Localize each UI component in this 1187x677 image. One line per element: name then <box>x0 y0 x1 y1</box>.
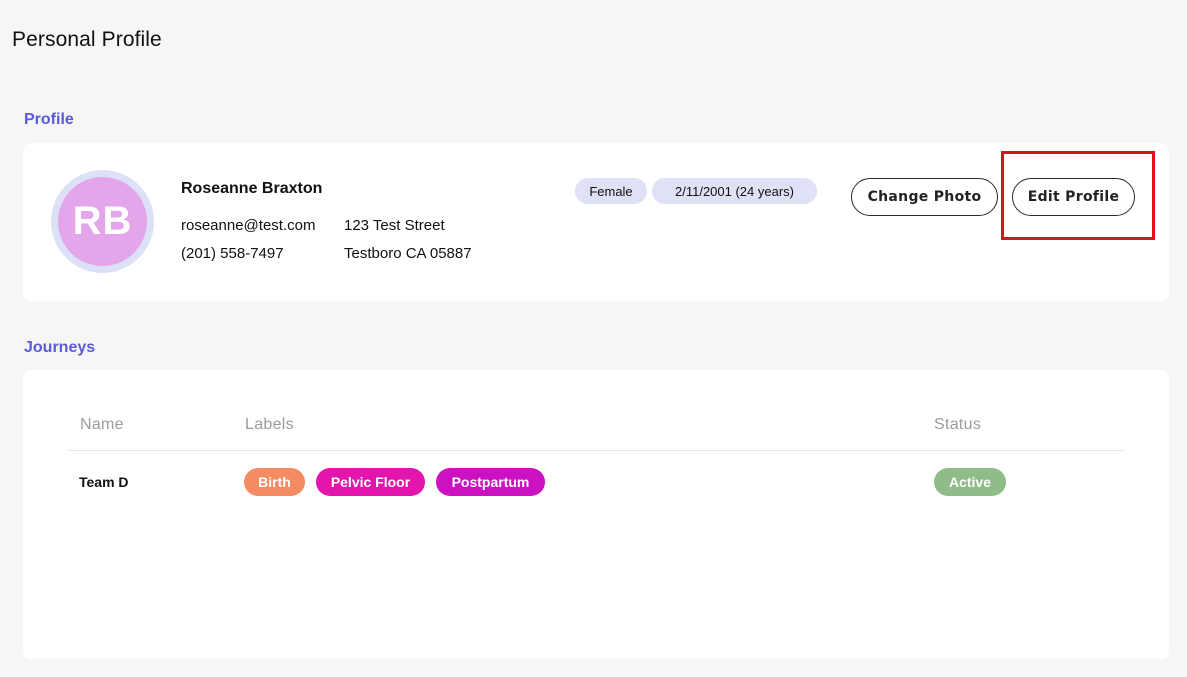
profile-section-label: Profile <box>24 111 74 128</box>
profile-card: RB Roseanne Braxton roseanne@test.com (2… <box>23 143 1169 301</box>
journeys-section-label: Journeys <box>24 339 96 356</box>
journey-name: Team D <box>79 474 129 490</box>
profile-email: roseanne@test.com <box>181 217 316 234</box>
label-pelvic-floor: Pelvic Floor <box>316 468 425 496</box>
page-title: Personal Profile <box>12 28 162 51</box>
profile-name: Roseanne Braxton <box>181 180 323 197</box>
label-birth: Birth <box>244 468 305 496</box>
profile-address-line2: Testboro CA 05887 <box>344 245 472 262</box>
column-header-status: Status <box>934 416 982 433</box>
profile-phone: (201) 558-7497 <box>181 245 284 262</box>
avatar-initials: RB <box>58 177 147 266</box>
journeys-card: Name Labels Status Team D Birth Pelvic F… <box>23 370 1169 659</box>
label-postpartum: Postpartum <box>436 468 545 496</box>
personal-profile-page: Personal Profile Profile RB Roseanne Bra… <box>0 0 1187 677</box>
gender-badge: Female <box>575 178 647 204</box>
profile-address-line1: 123 Test Street <box>344 217 445 234</box>
table-header-divider <box>68 450 1125 451</box>
column-header-labels: Labels <box>245 416 294 433</box>
status-badge: Active <box>934 468 1006 496</box>
change-photo-button[interactable]: Change Photo <box>851 178 998 216</box>
avatar: RB <box>51 170 154 273</box>
column-header-name: Name <box>80 416 124 433</box>
dob-badge: 2/11/2001 (24 years) <box>652 178 817 204</box>
edit-profile-button[interactable]: Edit Profile <box>1012 178 1135 216</box>
